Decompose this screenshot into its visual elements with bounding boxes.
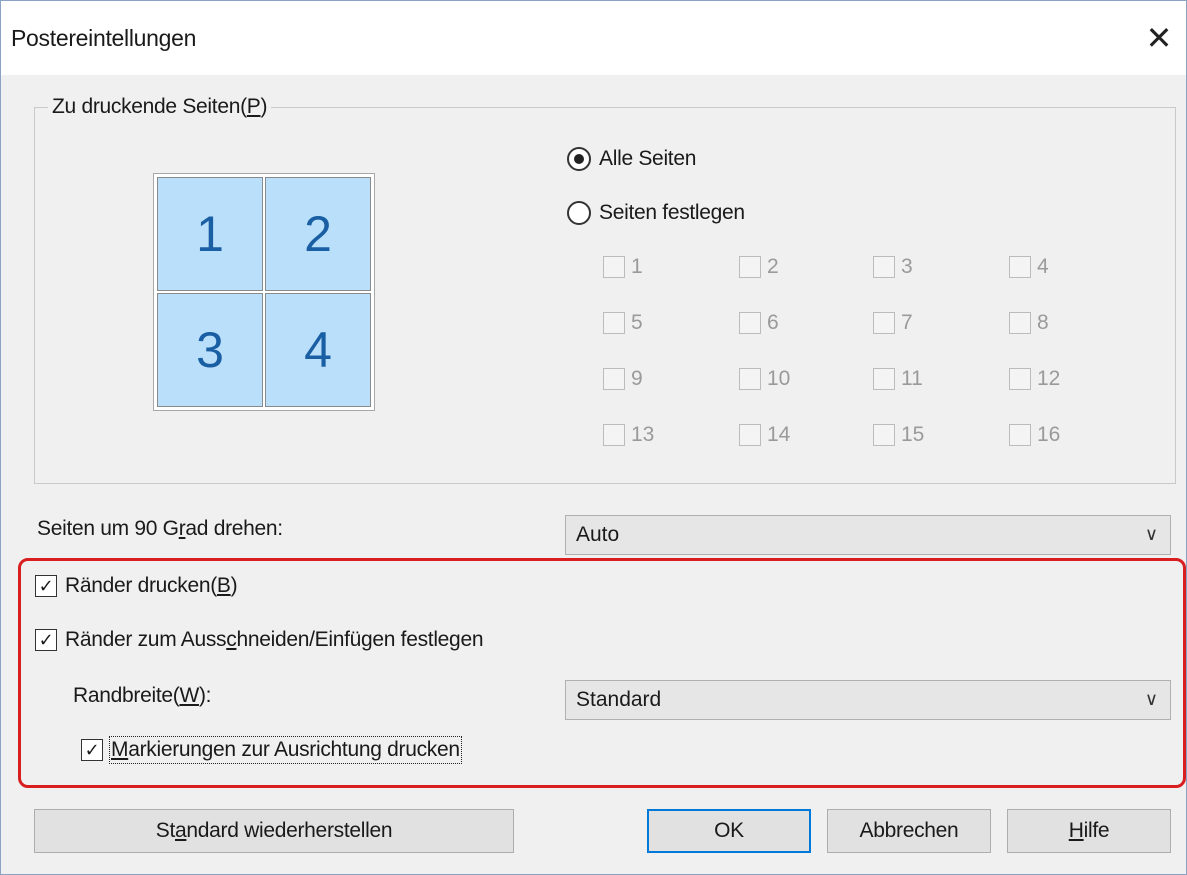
close-icon[interactable]: ✕ [1136, 15, 1182, 61]
preview-tile-3: 3 [157, 293, 263, 407]
page-checkbox-label: 1 [631, 255, 643, 278]
checkbox-disabled-icon[interactable] [873, 368, 895, 390]
checkbox-disabled-icon[interactable] [1009, 312, 1031, 334]
page-checkbox-4[interactable]: 4 [1009, 255, 1049, 279]
page-checkbox-16[interactable]: 16 [1009, 423, 1060, 447]
page-checkbox-2[interactable]: 2 [739, 255, 779, 279]
checkbox-disabled-icon[interactable] [603, 424, 625, 446]
print-borders-checkbox[interactable]: ✓ Ränder drucken(B) [35, 574, 238, 598]
print-borders-label: Ränder drucken(B) [65, 574, 238, 597]
page-checkbox-label: 10 [767, 367, 791, 390]
radio-all-pages[interactable]: Alle Seiten [567, 147, 696, 171]
cut-paste-borders-checkbox[interactable]: ✓ Ränder zum Ausschneiden/Einfügen festl… [35, 628, 484, 652]
checkbox-disabled-icon[interactable] [603, 312, 625, 334]
rotate-label: Seiten um 90 Grad drehen: [37, 517, 283, 540]
alignment-marks-label: Markierungen zur Ausrichtung drucken [109, 736, 462, 764]
alignment-marks-checkbox[interactable]: ✓ Markierungen zur Ausrichtung drucken [81, 736, 462, 764]
preview-tile-2: 2 [265, 177, 371, 291]
radio-all-pages-label: Alle Seiten [599, 147, 697, 170]
page-checkbox-label: 8 [1037, 311, 1049, 334]
page-checkbox-9[interactable]: 9 [603, 367, 643, 391]
checkbox-disabled-icon[interactable] [873, 312, 895, 334]
page-checkbox-label: 16 [1037, 423, 1061, 446]
border-width-label: Randbreite(W): [73, 684, 212, 707]
page-checkbox-label: 3 [901, 255, 913, 278]
page-checkbox-1[interactable]: 1 [603, 255, 643, 279]
checkbox-disabled-icon[interactable] [873, 424, 895, 446]
page-checkbox-label: 6 [767, 311, 779, 334]
page-checkbox-11[interactable]: 11 [873, 367, 923, 391]
page-checkbox-label: 14 [767, 423, 791, 446]
page-checkbox-10[interactable]: 10 [739, 367, 790, 391]
checkbox-disabled-icon[interactable] [739, 312, 761, 334]
checkbox-checked-icon[interactable]: ✓ [35, 629, 57, 651]
page-checkbox-13[interactable]: 13 [603, 423, 654, 447]
page-checkbox-label: 15 [901, 423, 925, 446]
page-checkbox-label: 5 [631, 311, 643, 334]
page-checkbox-label: 7 [901, 311, 913, 334]
cut-paste-borders-label: Ränder zum Ausschneiden/Einfügen festleg… [65, 628, 484, 651]
border-width-dropdown[interactable]: Standard ∨ [565, 680, 1171, 720]
checkbox-checked-icon[interactable]: ✓ [81, 739, 103, 761]
checkbox-disabled-icon[interactable] [603, 368, 625, 390]
checkbox-checked-icon[interactable]: ✓ [35, 575, 57, 597]
ok-button[interactable]: OK [647, 809, 811, 853]
page-checkbox-label: 13 [631, 423, 655, 446]
checkbox-disabled-icon[interactable] [873, 256, 895, 278]
page-checkbox-label: 2 [767, 255, 779, 278]
page-checkbox-14[interactable]: 14 [739, 423, 790, 447]
radio-button-selected[interactable] [567, 147, 591, 171]
help-button[interactable]: Hilfe [1007, 809, 1171, 853]
page-checkbox-12[interactable]: 12 [1009, 367, 1060, 391]
chevron-down-icon: ∨ [1144, 689, 1158, 709]
page-checkbox-label: 11 [901, 367, 923, 390]
page-checkbox-8[interactable]: 8 [1009, 311, 1049, 335]
border-width-dropdown-value: Standard [576, 688, 662, 711]
checkbox-disabled-icon[interactable] [739, 424, 761, 446]
checkbox-disabled-icon[interactable] [603, 256, 625, 278]
checkbox-disabled-icon[interactable] [739, 256, 761, 278]
page-checkbox-15[interactable]: 15 [873, 423, 924, 447]
page-checkbox-label: 12 [1037, 367, 1061, 390]
radio-button-unselected[interactable] [567, 201, 591, 225]
chevron-down-icon: ∨ [1144, 524, 1158, 544]
page-checkbox-6[interactable]: 6 [739, 311, 779, 335]
checkbox-disabled-icon[interactable] [739, 368, 761, 390]
checkbox-disabled-icon[interactable] [1009, 368, 1031, 390]
preview-tile-4: 4 [265, 293, 371, 407]
radio-specify-pages-label: Seiten festlegen [599, 201, 745, 224]
page-checkbox-5[interactable]: 5 [603, 311, 643, 335]
checkbox-disabled-icon[interactable] [1009, 256, 1031, 278]
page-checkbox-3[interactable]: 3 [873, 255, 913, 279]
cancel-button[interactable]: Abbrechen [827, 809, 991, 853]
dialog-title: Postereintellungen [11, 25, 197, 51]
radio-specify-pages[interactable]: Seiten festlegen [567, 201, 745, 225]
title-bar: Postereintellungen ✕ [1, 1, 1186, 75]
page-checkbox-label: 9 [631, 367, 643, 390]
poster-page-preview: 1 2 3 4 [153, 173, 375, 411]
restore-defaults-button[interactable]: St a ndard wiederherstellen [34, 809, 514, 853]
page-checkbox-label: 4 [1037, 255, 1049, 278]
checkbox-disabled-icon[interactable] [1009, 424, 1031, 446]
page-checkbox-7[interactable]: 7 [873, 311, 913, 335]
rotate-dropdown[interactable]: Auto ∨ [565, 515, 1171, 555]
pages-to-print-legend: Zu druckende Seiten(P) [48, 95, 272, 119]
poster-settings-dialog: Postereintellungen ✕ Zu druckende Seiten… [0, 0, 1187, 875]
rotate-dropdown-value: Auto [576, 523, 620, 546]
preview-tile-1: 1 [157, 177, 263, 291]
